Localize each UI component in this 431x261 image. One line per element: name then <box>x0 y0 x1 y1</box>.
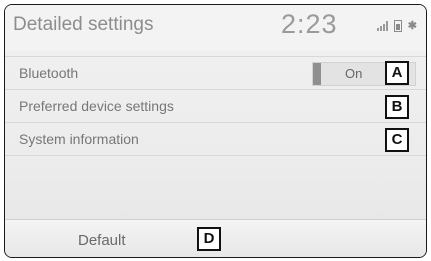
default-button[interactable]: Default D <box>5 219 426 257</box>
callout-d: D <box>197 227 221 251</box>
row-bluetooth[interactable]: Bluetooth On A <box>5 56 426 90</box>
default-button-label: Default <box>78 232 126 249</box>
signal-icon <box>376 20 388 31</box>
header-bar: Detailed settings 2:23 ✱ <box>5 5 426 51</box>
callout-c: C <box>385 128 409 152</box>
toggle-indicator <box>313 63 321 85</box>
bluetooth-label: Bluetooth <box>19 65 79 81</box>
detailed-settings-screen: Detailed settings 2:23 ✱ Bluetooth On A … <box>4 4 427 258</box>
preferred-device-settings-label: Preferred device settings <box>19 98 174 114</box>
status-icons: ✱ <box>376 19 417 32</box>
callout-a: A <box>385 61 409 85</box>
page-title: Detailed settings <box>13 14 154 35</box>
row-system-information[interactable]: System information C <box>5 122 426 156</box>
row-preferred-device-settings[interactable]: Preferred device settings B <box>5 89 426 123</box>
callout-b: B <box>385 95 409 119</box>
bluetooth-icon: ✱ <box>407 20 417 32</box>
battery-icon <box>393 19 402 32</box>
toggle-value: On <box>345 66 363 81</box>
divider <box>5 155 426 157</box>
system-information-label: System information <box>19 131 139 147</box>
clock: 2:23 <box>281 9 338 39</box>
